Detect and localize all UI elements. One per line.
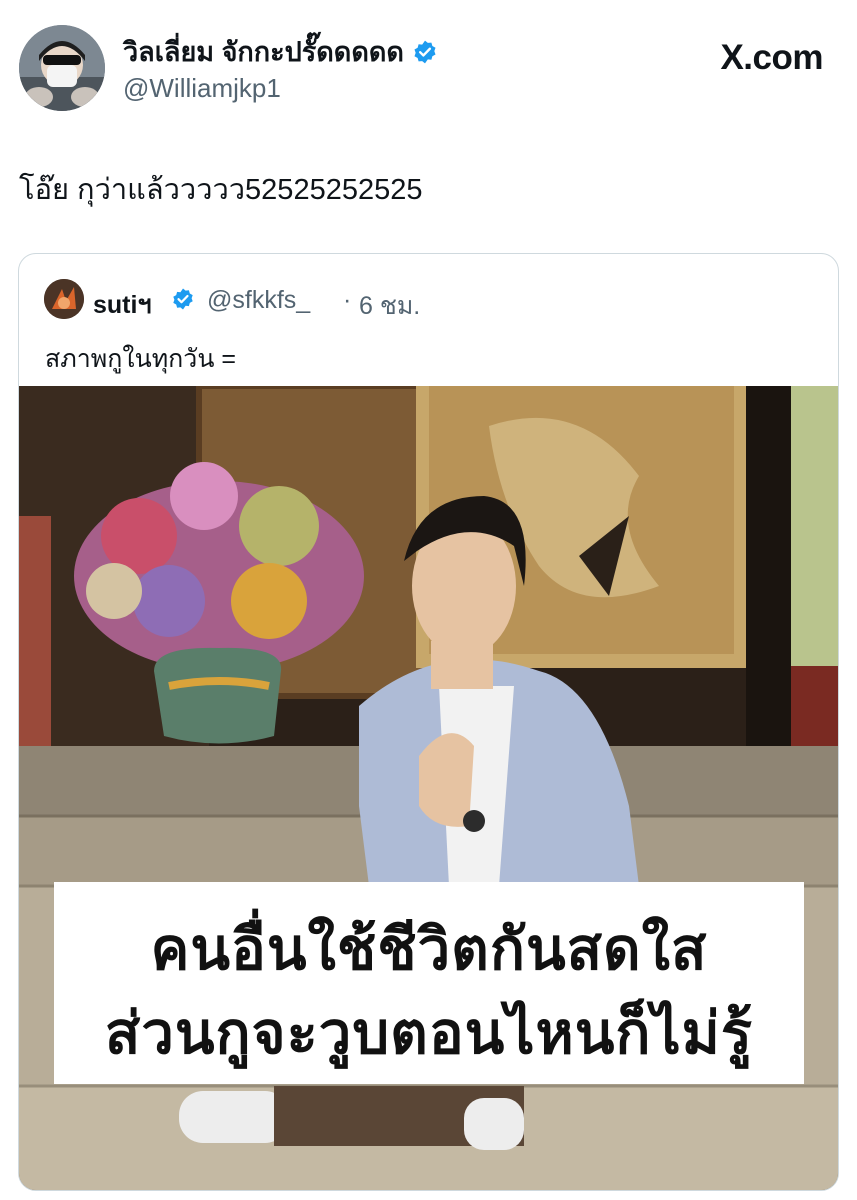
quoted-media-image[interactable]: คนอื่นใช้ชีวิตกันสดใส ส่วนกูจะวูบตอนไหนก… [19,386,838,1190]
quoted-text: สภาพกูในทุกวัน = [45,345,236,373]
quoted-timestamp[interactable]: 6 ชม. [359,286,420,326]
meme-caption-line-1: คนอื่นใช้ชีวิตกันสดใส [150,917,708,982]
verified-badge-icon [414,40,436,64]
quoted-handle[interactable]: @sfkkfs_ [207,286,310,315]
quoted-display-name[interactable]: sutiฯ [93,285,151,325]
quoted-tweet-card[interactable]: sutiฯ @sfkkfs_ · 6 ชม. สภาพกูในทุกวัน = [18,253,839,1191]
meme-caption-line-2: ส่วนกูจะวูบตอนไหนก็ไม่รู้ [104,1001,754,1066]
quoted-separator: · [343,286,352,314]
quoted-avatar[interactable] [44,279,84,319]
author-display-name[interactable]: วิลเลี่ยม จักกะปรั๊ดดดดด [123,30,438,73]
brand-label: X.com [720,38,823,77]
verified-badge-icon [173,288,193,310]
meme-caption-box: คนอื่นใช้ชีวิตกันสดใส ส่วนกูจะวูบตอนไหนก… [54,882,804,1084]
author-display-name-text: วิลเลี่ยม จักกะปรั๊ดดดดด [123,37,404,67]
tweet-text: โอ๊ย กุว่าแล้ววววว52525252525 [19,174,423,206]
author-handle[interactable]: @Williamjkp1 [123,73,281,104]
author-avatar[interactable] [19,25,105,111]
